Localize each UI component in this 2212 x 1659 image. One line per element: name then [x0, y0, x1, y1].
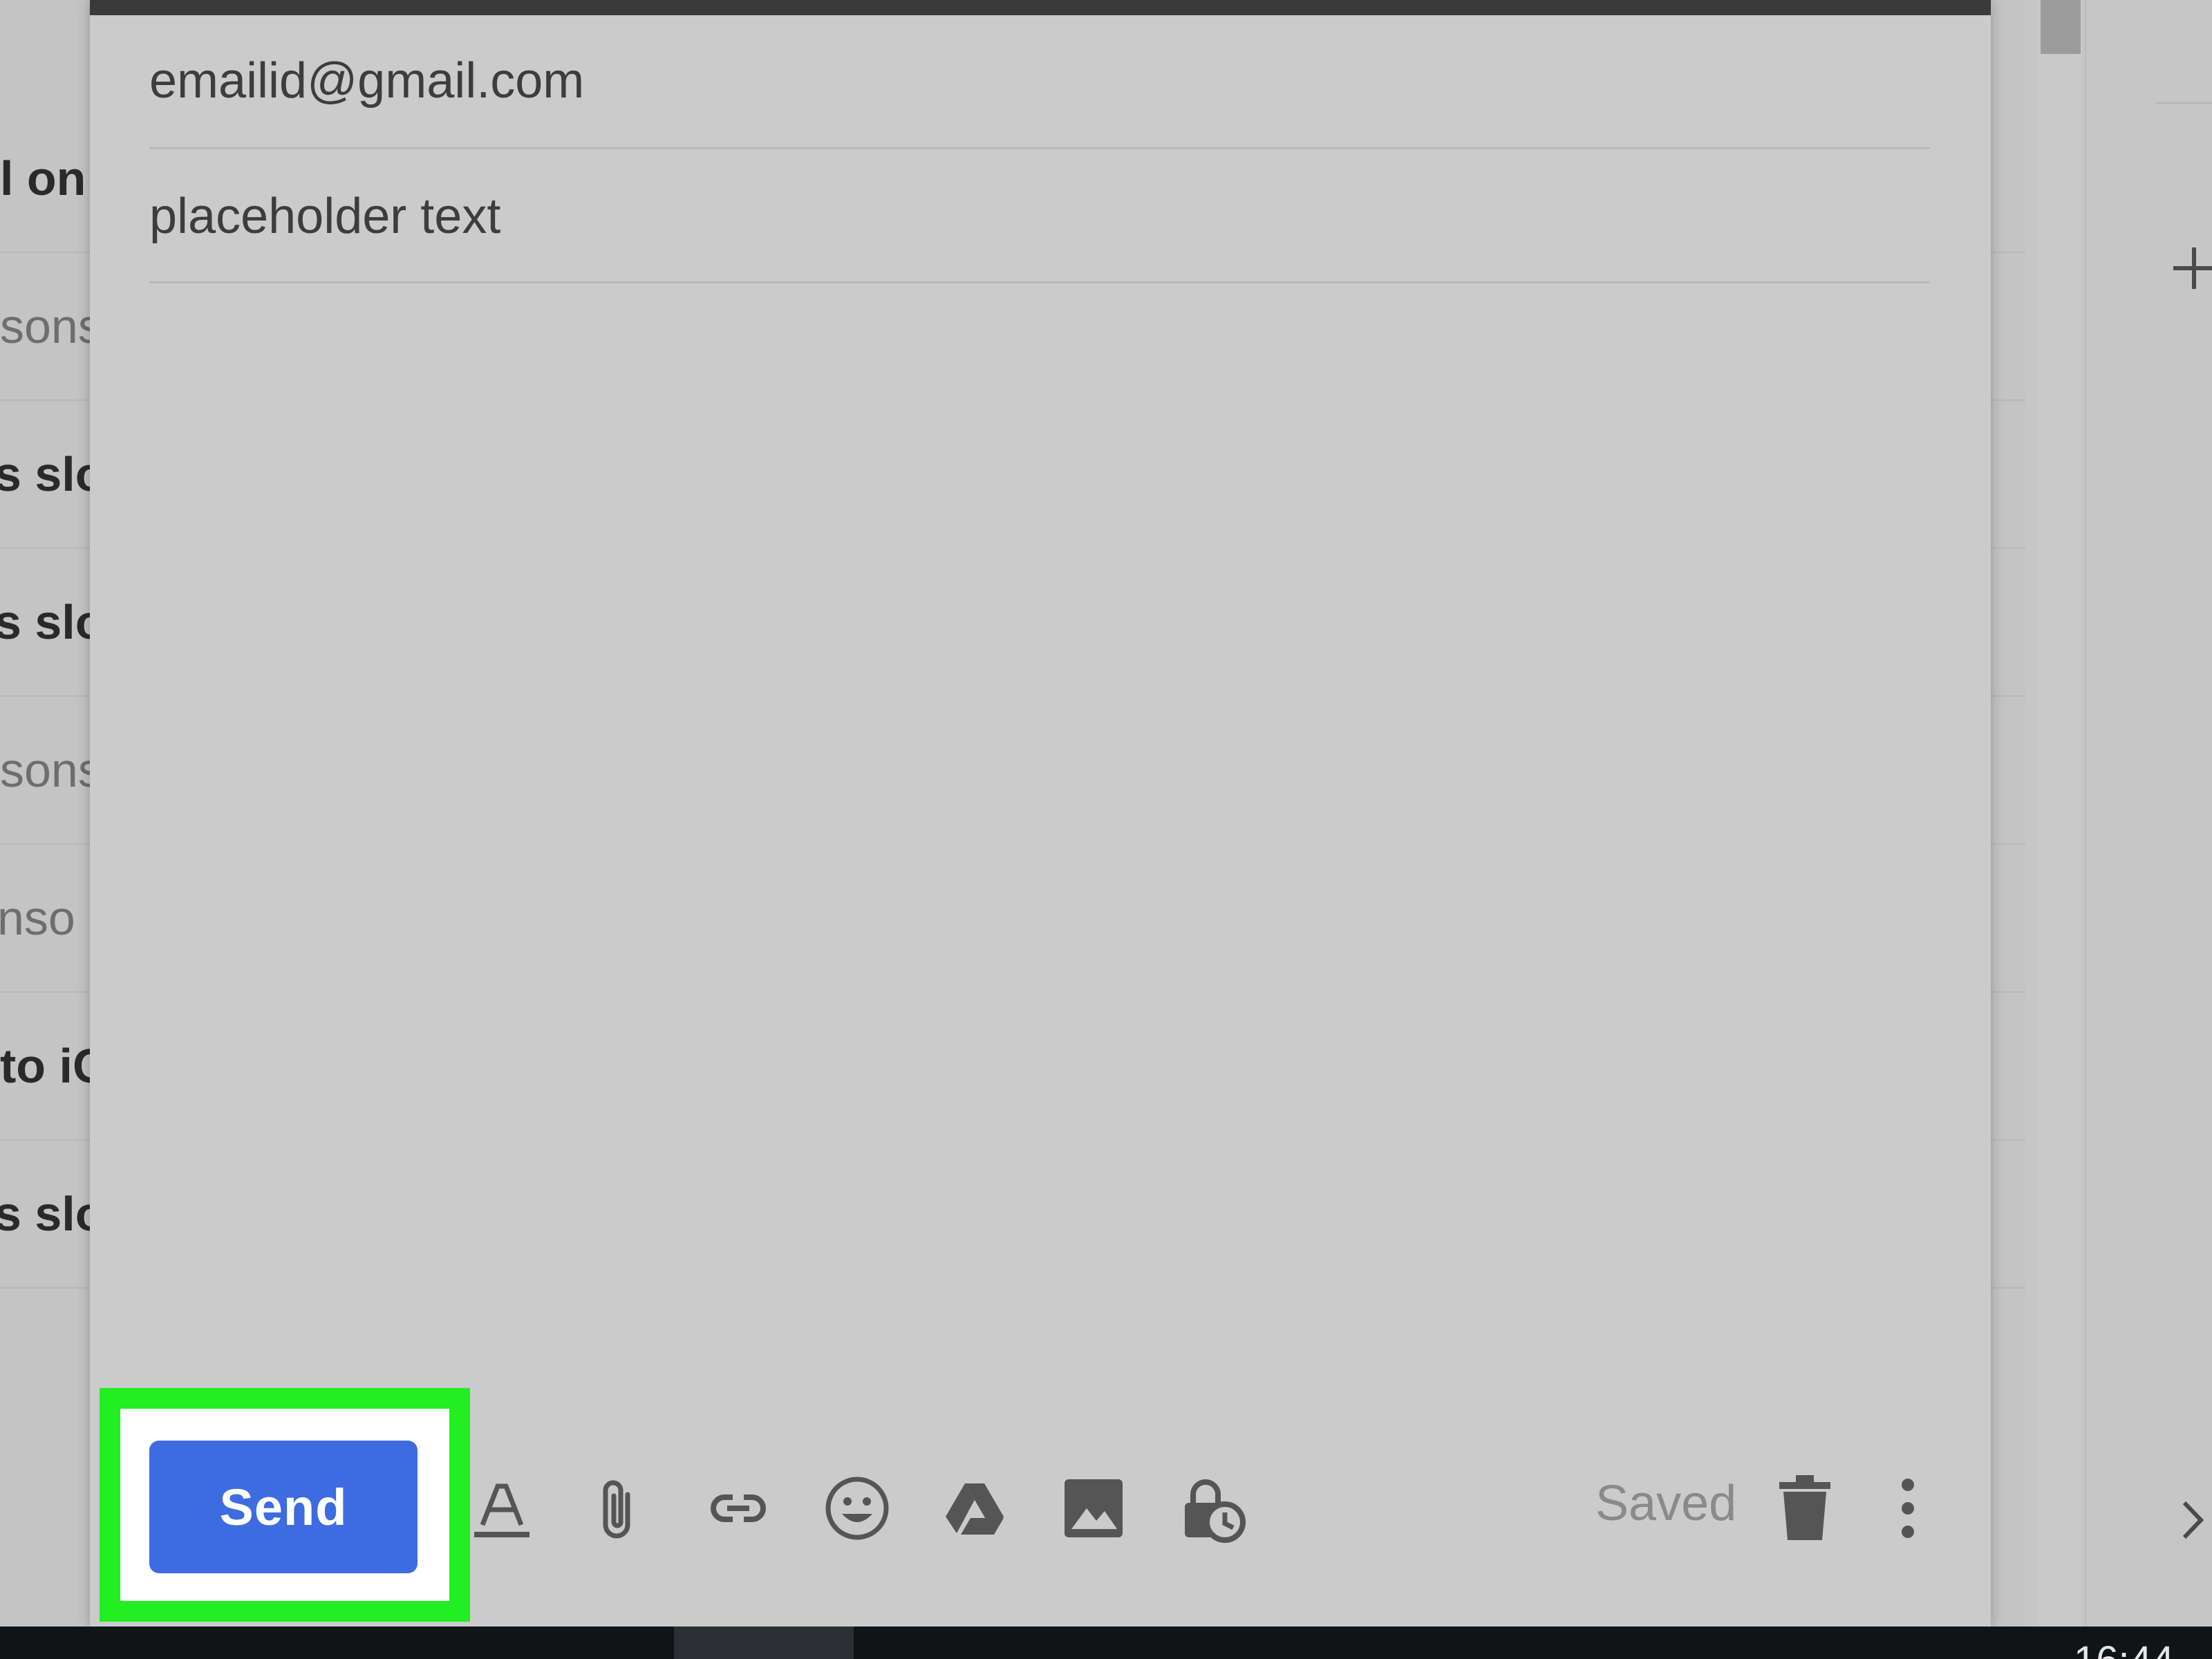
drive-icon[interactable] [940, 1474, 1009, 1543]
taskbar-clock: 16:44 [2074, 1627, 2174, 1659]
inbox-row-snippet: l on [0, 151, 86, 205]
inbox-row-snippet: s slo [0, 447, 105, 501]
taskbar: 16:44 [0, 1627, 2212, 1659]
message-body[interactable] [149, 285, 1930, 1363]
confidential-mode-icon[interactable] [1178, 1474, 1247, 1543]
compose-header[interactable] [90, 0, 1991, 15]
trash-icon[interactable] [1774, 1474, 1836, 1543]
text-format-icon[interactable] [467, 1474, 536, 1543]
scrollbar-track[interactable] [2038, 0, 2082, 1627]
inbox-row-snippet: s slo [0, 595, 105, 649]
insert-photo-icon[interactable] [1059, 1474, 1128, 1543]
attach-icon[interactable] [585, 1474, 654, 1543]
scrollbar-thumb[interactable] [2041, 0, 2081, 54]
link-icon[interactable] [704, 1474, 773, 1543]
screen: l on sons s slo s slo sons nso to iC s s… [0, 0, 2212, 1659]
side-panel [2085, 0, 2212, 1627]
taskbar-app-tile[interactable] [674, 1627, 854, 1659]
inbox-row-snippet: nso [0, 891, 75, 945]
saved-status: Saved [1595, 1476, 1737, 1531]
to-field[interactable]: emailid@gmail.com [149, 17, 1930, 149]
side-panel-divider [2155, 102, 2212, 104]
emoji-icon[interactable] [823, 1474, 892, 1543]
inbox-row-snippet: sons [0, 299, 102, 353]
more-options-icon[interactable] [1887, 1474, 1929, 1543]
subject-field[interactable]: placeholder text [149, 149, 1930, 283]
compose-window: emailid@gmail.com placeholder text [90, 0, 1991, 1627]
inbox-row-snippet: sons [0, 743, 102, 797]
inbox-row-snippet: s slo [0, 1187, 105, 1241]
subject-field-value: placeholder text [149, 189, 501, 244]
to-field-value: emailid@gmail.com [149, 53, 585, 109]
send-button[interactable]: Send [149, 1441, 418, 1573]
chevron-right-icon[interactable] [2179, 1496, 2206, 1544]
add-icon[interactable] [2172, 246, 2212, 290]
